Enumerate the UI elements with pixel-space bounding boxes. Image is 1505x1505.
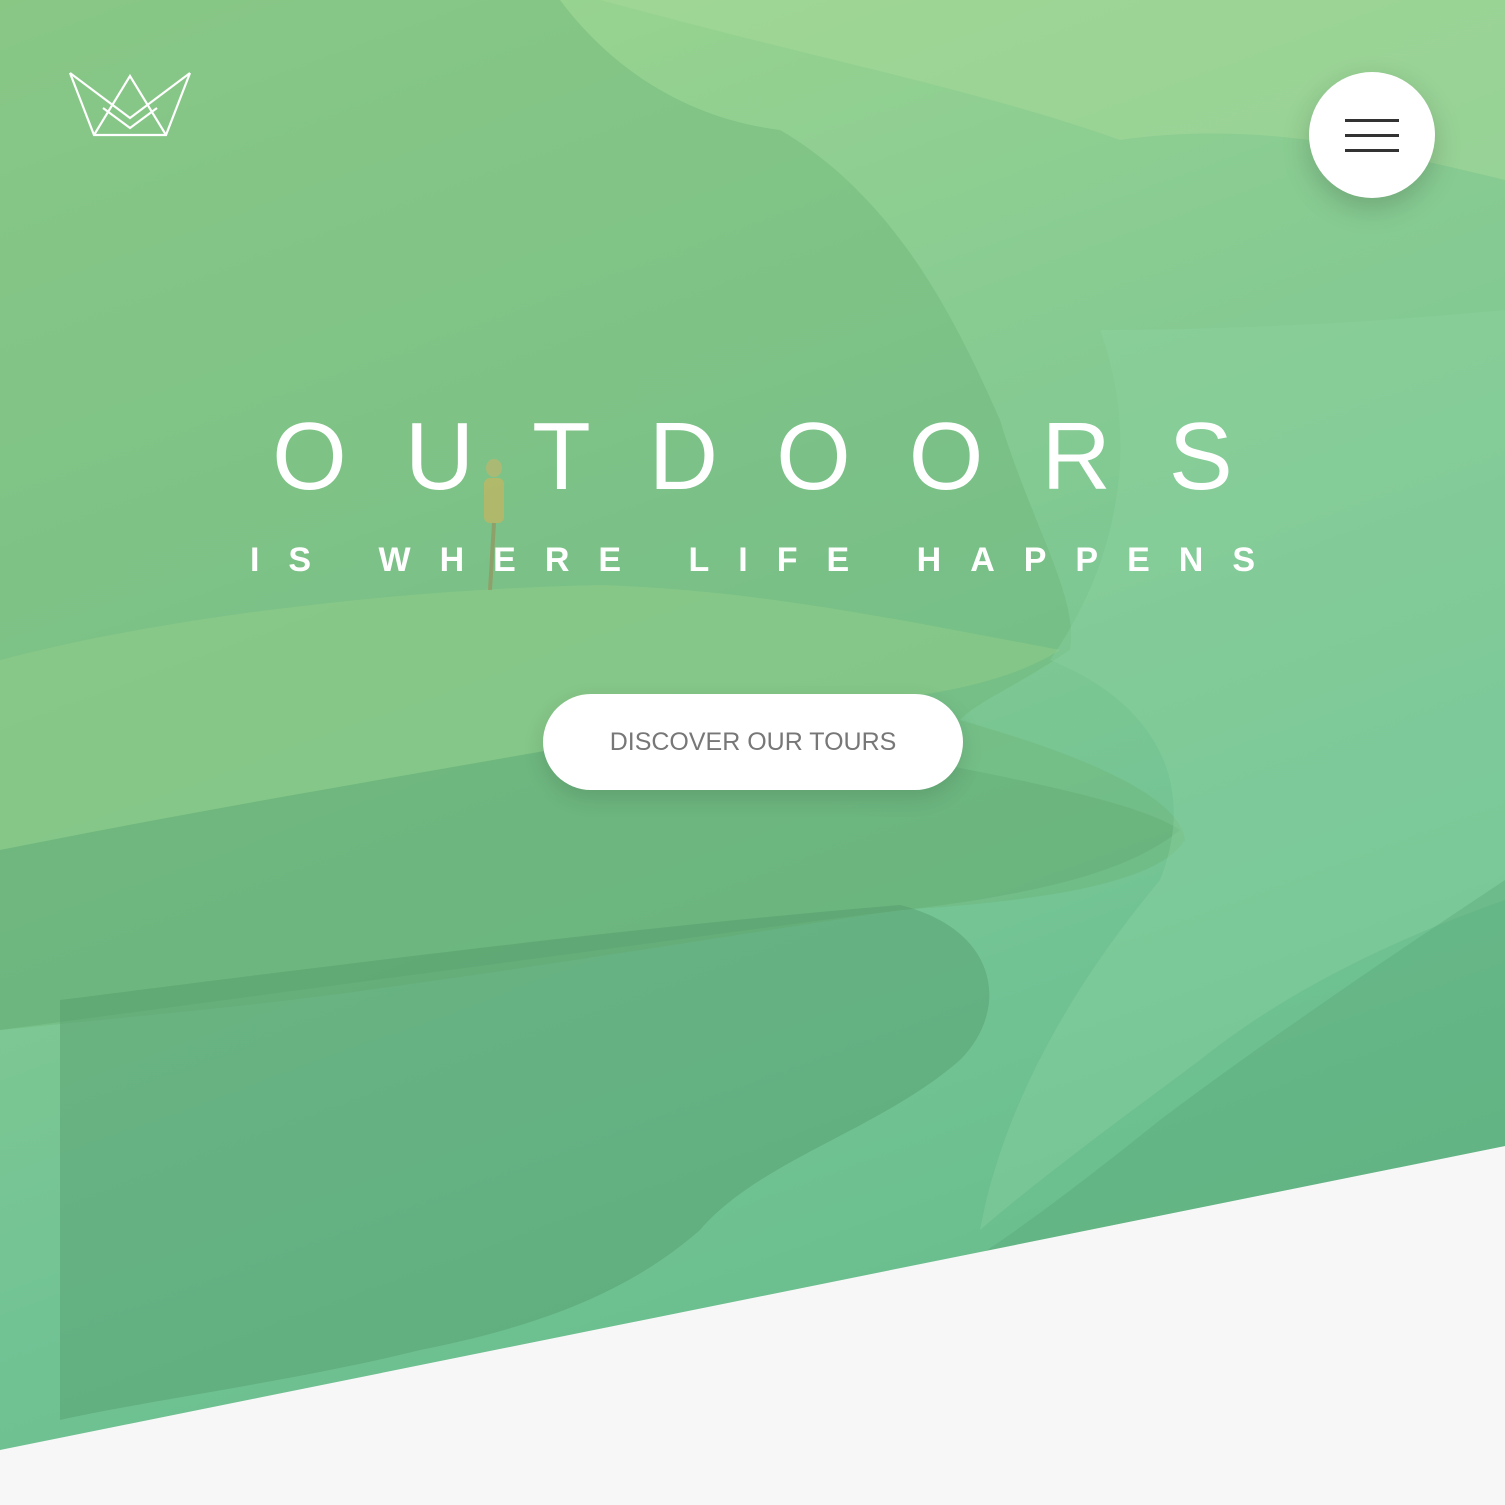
hamburger-bar bbox=[1345, 149, 1399, 152]
hamburger-bar bbox=[1345, 134, 1399, 137]
crown-logo-icon[interactable] bbox=[68, 70, 192, 138]
hero-section: OUTDOORS IS WHERE LIFE HAPPENS DISCOVER … bbox=[0, 0, 1505, 1450]
hamburger-menu-button[interactable] bbox=[1309, 72, 1435, 198]
landing-page: OUTDOORS IS WHERE LIFE HAPPENS DISCOVER … bbox=[0, 0, 1505, 1505]
hamburger-menu-icon bbox=[1345, 119, 1399, 122]
hero-title: OUTDOORS bbox=[272, 403, 1291, 510]
hero-subtitle: IS WHERE LIFE HAPPENS bbox=[249, 541, 1285, 579]
discover-tours-button[interactable]: DISCOVER OUR TOURS bbox=[543, 694, 963, 790]
